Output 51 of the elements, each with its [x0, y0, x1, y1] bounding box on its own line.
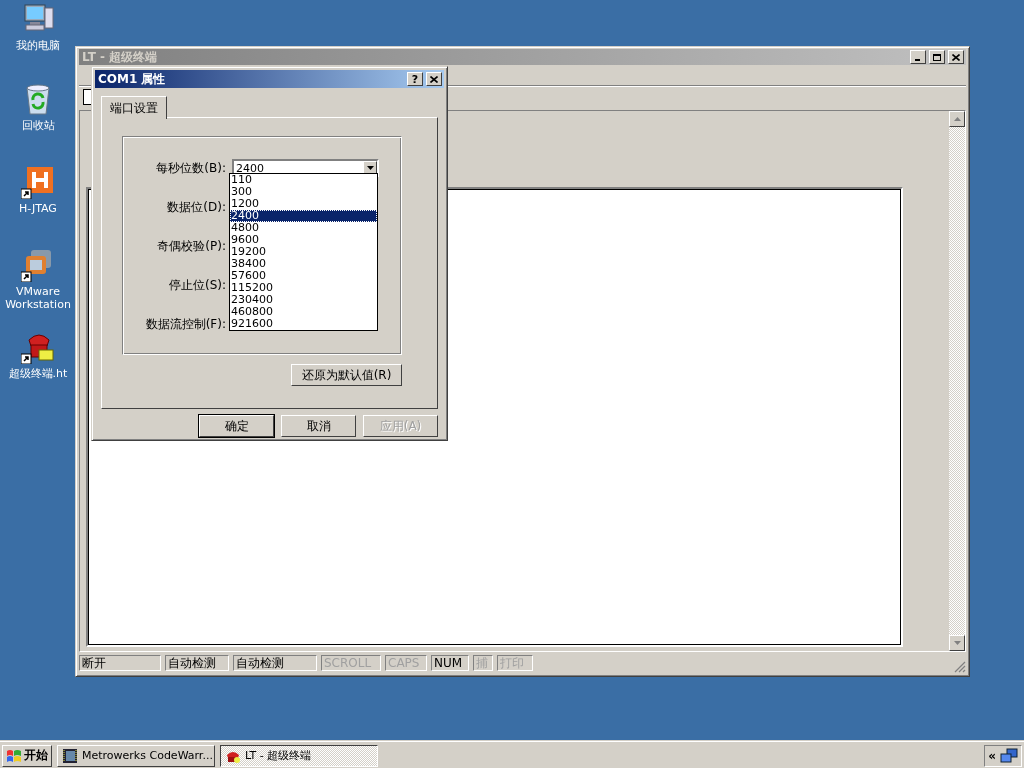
icon-label[interactable]: 超级终端.ht — [8, 367, 68, 380]
icon-label[interactable]: 回收站 — [21, 119, 55, 132]
tab[interactable]: 端口设置 — [101, 96, 167, 119]
taskbar-button[interactable]: LT - 超级终端 — [220, 744, 378, 767]
scrollbar[interactable] — [949, 111, 965, 651]
field-label: 奇偶校验(P): — [156, 237, 226, 255]
dropdown-option[interactable]: 115200 — [230, 282, 377, 294]
dropdown-option[interactable]: 1200 — [230, 198, 377, 210]
dropdown-option[interactable]: 19200 — [230, 246, 377, 258]
close-icon — [952, 53, 960, 61]
icon-label[interactable]: 我的电脑 — [16, 39, 60, 52]
dropdown-option[interactable]: 230400 — [230, 294, 377, 306]
field-label: 每秒位数(B): — [155, 159, 226, 177]
dropdown-arrow-icon[interactable] — [366, 166, 374, 170]
down-arrow-icon[interactable] — [953, 641, 961, 645]
maximize-icon — [933, 53, 941, 61]
taskbar-button[interactable]: Metrowerks CodeWarr... — [57, 744, 215, 767]
close-icon — [430, 75, 438, 83]
dropdown-option[interactable]: 38400 — [230, 258, 377, 270]
close-button[interactable] — [426, 72, 442, 86]
help-button[interactable]: ? — [407, 72, 423, 86]
dropdown-option[interactable]: 460800 — [230, 306, 377, 318]
field-label: 停止位(S): — [167, 276, 226, 294]
field-label: 数据位(D): — [166, 198, 226, 216]
icon-label[interactable]: H-JTAG — [19, 202, 57, 215]
dialog-button[interactable]: 确定 — [199, 415, 274, 437]
start-button[interactable]: 开始 — [2, 744, 52, 767]
dropdown-option[interactable]: 57600 — [230, 270, 377, 282]
dialog-button[interactable]: 取消 — [281, 415, 356, 437]
status-panel: NUM — [431, 655, 469, 671]
window-title: LT - 超级终端 — [82, 48, 159, 66]
dropdown-option[interactable]: 300 — [230, 186, 377, 198]
up-arrow-icon[interactable] — [953, 117, 961, 121]
network-icon[interactable] — [1000, 747, 1018, 764]
field-label: 数据流控制(F): — [144, 315, 226, 333]
shortcut-icon[interactable] — [21, 165, 55, 199]
dropdown-option[interactable]: 9600 — [230, 234, 377, 246]
dropdown-option[interactable]: 2400 — [230, 210, 377, 222]
dropdown-option[interactable]: 4800 — [230, 222, 377, 234]
status-panel: 自动检测 — [165, 655, 229, 671]
status-panel: 自动检测 — [233, 655, 317, 671]
dropdown-option[interactable]: 921600 — [230, 318, 377, 330]
restore-defaults-button[interactable]: 还原为默认值(R) — [291, 364, 402, 386]
windows-flag-icon — [6, 747, 22, 764]
status-panel: 断开 — [79, 655, 161, 671]
dropdown-option[interactable]: 110 — [230, 174, 377, 186]
icon-label[interactable]: VMware Workstation — [0, 285, 76, 311]
film-icon — [62, 747, 78, 764]
window-title: COM1 属性 — [98, 70, 167, 88]
resize-grip-icon[interactable] — [954, 661, 966, 673]
tray-toggle-button[interactable]: « — [988, 748, 996, 763]
